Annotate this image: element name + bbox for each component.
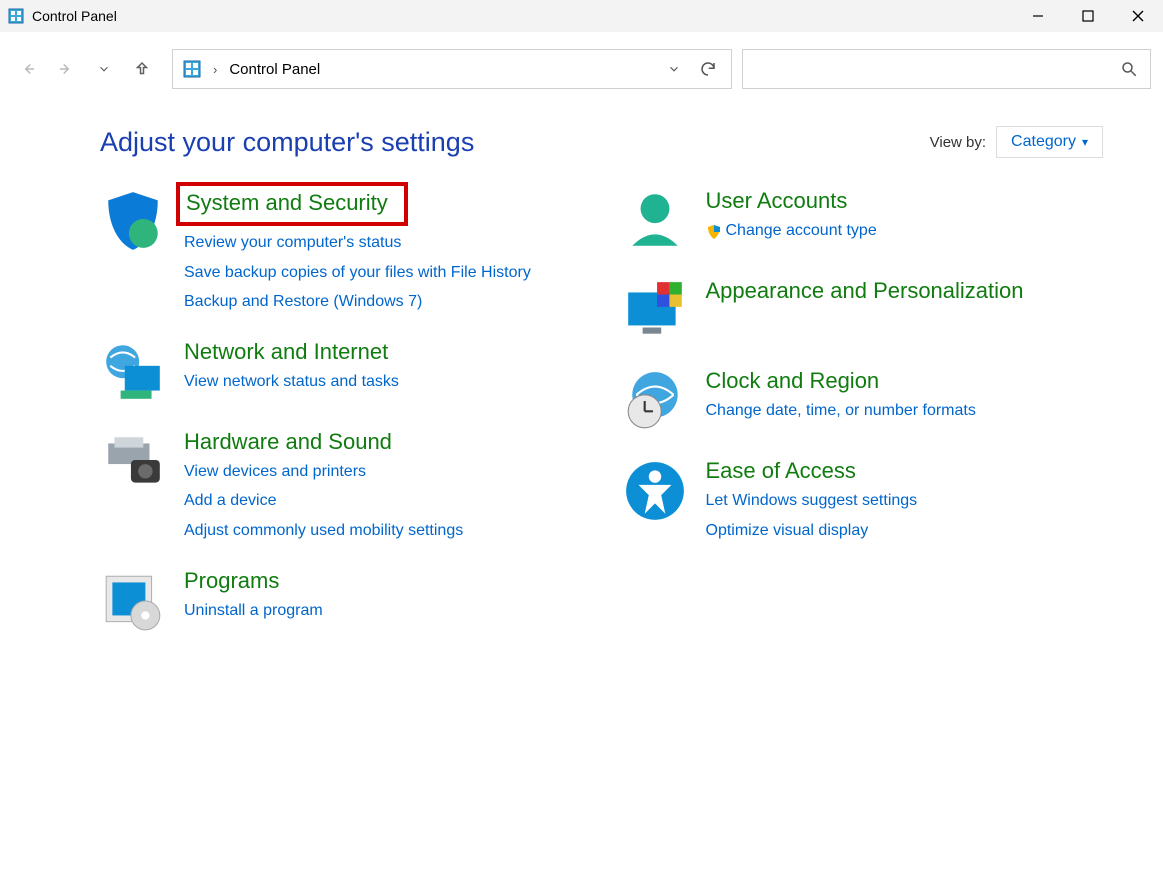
left-column: System and Security Review your computer… — [100, 188, 582, 634]
category-link[interactable]: Backup and Restore (Windows 7) — [184, 289, 531, 315]
breadcrumb-current[interactable]: Control Panel — [229, 61, 320, 78]
category-link[interactable]: Uninstall a program — [184, 598, 323, 624]
category-appearance-and-personalization: Appearance and Personalization — [622, 278, 1104, 344]
category-title-appearance[interactable]: Appearance and Personalization — [706, 278, 1024, 304]
address-bar[interactable]: › Control Panel — [172, 49, 732, 89]
category-link[interactable]: Review your computer's status — [184, 230, 531, 256]
category-link[interactable]: Add a device — [184, 488, 463, 514]
window-controls — [1013, 0, 1163, 32]
category-ease-of-access: Ease of Access Let Windows suggest setti… — [622, 458, 1104, 543]
category-link[interactable]: Adjust commonly used mobility settings — [184, 518, 463, 544]
category-link[interactable]: View devices and printers — [184, 459, 463, 485]
category-title-hardware-and-sound[interactable]: Hardware and Sound — [184, 429, 463, 455]
breadcrumb-separator-icon[interactable]: › — [209, 62, 221, 77]
caret-down-icon: ▾ — [1082, 135, 1088, 149]
view-by-value: Category — [1011, 133, 1076, 151]
search-box[interactable] — [742, 49, 1151, 89]
nav-arrows — [12, 59, 162, 79]
category-programs: Programs Uninstall a program — [100, 568, 582, 634]
forward-button[interactable] — [56, 59, 76, 79]
category-system-and-security: System and Security Review your computer… — [100, 188, 582, 315]
window-title: Control Panel — [32, 8, 1013, 24]
category-link-change-account-type[interactable]: Change account type — [706, 218, 877, 244]
category-columns: System and Security Review your computer… — [100, 188, 1103, 634]
category-title-user-accounts[interactable]: User Accounts — [706, 188, 877, 214]
globe-monitor-icon — [100, 339, 166, 405]
search-input[interactable] — [755, 60, 1120, 79]
close-button[interactable] — [1113, 0, 1163, 32]
search-icon[interactable] — [1120, 60, 1138, 78]
view-by-dropdown[interactable]: Category ▾ — [996, 126, 1103, 158]
category-link[interactable]: View network status and tasks — [184, 369, 399, 395]
user-icon — [622, 188, 688, 254]
navigation-row: › Control Panel — [0, 32, 1163, 106]
category-link[interactable]: Change date, time, or number formats — [706, 398, 976, 424]
category-title-programs[interactable]: Programs — [184, 568, 323, 594]
page-heading: Adjust your computer's settings — [100, 127, 930, 158]
right-column: User Accounts Change account type Appear… — [622, 188, 1104, 634]
category-clock-and-region: Clock and Region Change date, time, or n… — [622, 368, 1104, 434]
category-link[interactable]: Save backup copies of your files with Fi… — [184, 260, 531, 286]
control-panel-app-icon — [8, 8, 24, 24]
refresh-button[interactable] — [695, 56, 721, 82]
content-header: Adjust your computer's settings View by:… — [100, 126, 1103, 158]
title-bar: Control Panel — [0, 0, 1163, 32]
recent-locations-button[interactable] — [94, 59, 114, 79]
monitor-colors-icon — [622, 278, 688, 344]
maximize-button[interactable] — [1063, 0, 1113, 32]
category-link[interactable]: Optimize visual display — [706, 518, 918, 544]
category-network-and-internet: Network and Internet View network status… — [100, 339, 582, 405]
location-icon — [183, 60, 201, 78]
shield-icon — [100, 188, 166, 254]
printer-camera-icon — [100, 429, 166, 495]
programs-icon — [100, 568, 166, 634]
category-user-accounts: User Accounts Change account type — [622, 188, 1104, 254]
uac-shield-icon — [706, 223, 722, 239]
category-title-network-and-internet[interactable]: Network and Internet — [184, 339, 399, 365]
back-button[interactable] — [18, 59, 38, 79]
content-area: Adjust your computer's settings View by:… — [0, 106, 1163, 634]
minimize-button[interactable] — [1013, 0, 1063, 32]
category-title-ease-of-access[interactable]: Ease of Access — [706, 458, 918, 484]
address-dropdown-button[interactable] — [661, 56, 687, 82]
category-title-clock-and-region[interactable]: Clock and Region — [706, 368, 976, 394]
category-link-label: Change account type — [726, 218, 877, 244]
clock-globe-icon — [622, 368, 688, 434]
accessibility-icon — [622, 458, 688, 524]
category-hardware-and-sound: Hardware and Sound View devices and prin… — [100, 429, 582, 544]
view-by-label: View by: — [930, 134, 986, 151]
category-title-system-and-security[interactable]: System and Security — [176, 182, 408, 226]
up-button[interactable] — [132, 59, 152, 79]
category-link[interactable]: Let Windows suggest settings — [706, 488, 918, 514]
